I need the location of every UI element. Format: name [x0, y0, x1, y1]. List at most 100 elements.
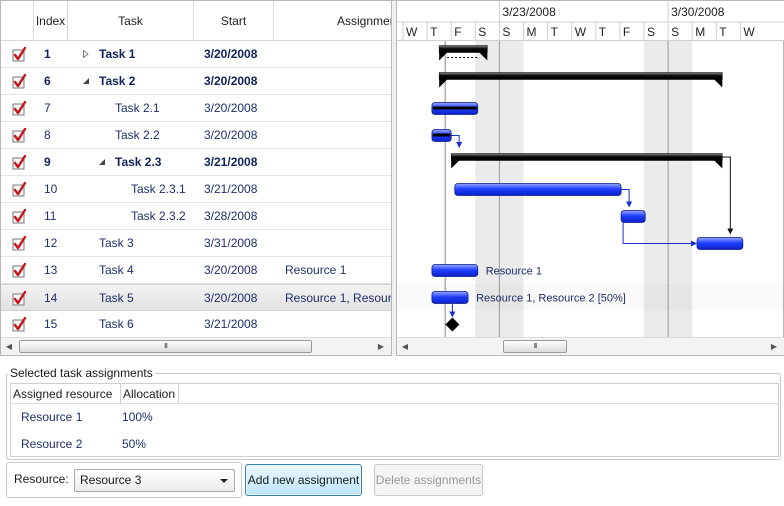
assignments-column-header[interactable]: Assignments — [274, 1, 392, 41]
task-row[interactable]: 15 Task 6 3/21/2008 — [1, 311, 392, 338]
task-start-date[interactable]: 3/20/2008 — [204, 122, 257, 149]
task-index: 14 — [44, 291, 58, 305]
gantt-chart-canvas[interactable]: 3/23/2008 3/30/2008W T F S S M T W T F S S M T WResourc… — [397, 1, 784, 337]
task-start-date[interactable]: 3/20/2008 — [204, 41, 257, 68]
task-assignments[interactable] — [285, 311, 391, 338]
task-assignments[interactable] — [285, 95, 391, 122]
checkbox-column-header[interactable] — [1, 1, 34, 41]
task-assignments[interactable] — [285, 149, 391, 176]
task-bar — [454, 183, 622, 196]
task-start-date[interactable]: 3/21/2008 — [204, 311, 257, 338]
task-row[interactable]: 6 Task 2 3/20/2008 — [1, 68, 392, 95]
task-row[interactable]: 12 Task 3 3/31/2008 — [1, 230, 392, 257]
task-check-icon[interactable] — [12, 263, 27, 278]
task-check-icon[interactable] — [12, 236, 27, 251]
assignments-table-header: Assigned resource Allocation — [11, 384, 778, 404]
task-row[interactable]: 10 Task 2.3.1 3/21/2008 — [1, 176, 392, 203]
task-assignments[interactable] — [285, 68, 391, 95]
resource-dropdown[interactable]: Resource 3 — [74, 469, 235, 492]
task-start-date[interactable]: 3/20/2008 — [204, 285, 257, 312]
task-start-date[interactable]: 3/31/2008 — [204, 230, 257, 257]
task-check-icon[interactable] — [12, 47, 27, 62]
task-check-icon[interactable] — [12, 128, 27, 143]
scroll-left-icon[interactable]: ◀ — [1, 338, 17, 355]
task-row[interactable]: 8 Task 2.2 3/20/2008 — [1, 122, 392, 149]
chevron-down-icon — [220, 479, 228, 483]
resource-label: Resource: — [14, 472, 69, 486]
task-check-icon[interactable] — [12, 101, 27, 116]
task-name[interactable]: Task 2.3.1 — [131, 176, 186, 203]
delete-assignments-button[interactable]: Delete assignments — [374, 464, 483, 496]
task-name[interactable]: Task 2.3 — [115, 149, 161, 176]
dependency-link — [621, 189, 633, 208]
summary-bar — [438, 72, 723, 80]
task-row[interactable]: 1 Task 1 3/20/2008 — [1, 41, 392, 68]
task-check-icon[interactable] — [12, 182, 27, 197]
scroll-right-icon[interactable]: ▶ — [766, 338, 782, 355]
task-row[interactable]: 7 Task 2.1 3/20/2008 — [1, 95, 392, 122]
assigned-resource-column-header[interactable]: Assigned resource — [11, 384, 121, 404]
task-check-icon[interactable] — [12, 74, 27, 89]
task-name[interactable]: Task 5 — [99, 285, 134, 312]
task-row[interactable]: 13 Task 4 3/20/2008 Resource 1 — [1, 257, 392, 284]
start-column-header[interactable]: Start — [194, 1, 274, 41]
task-index: 9 — [44, 155, 51, 169]
assignment-row[interactable]: Resource 1 100% — [11, 404, 778, 431]
task-name[interactable]: Task 1 — [99, 41, 135, 68]
task-assignments[interactable]: Resource 1, Resource 2 [50%] — [285, 285, 391, 312]
task-check-icon[interactable] — [12, 291, 27, 306]
task-start-date[interactable]: 3/28/2008 — [204, 203, 257, 230]
add-assignment-button[interactable]: Add new assignment — [245, 464, 362, 496]
summary-end-cap — [714, 79, 723, 88]
chart-scroll-thumb[interactable]: III — [503, 340, 567, 353]
task-check-icon[interactable] — [12, 209, 27, 224]
task-name[interactable]: Task 3 — [99, 230, 134, 257]
task-check-icon[interactable] — [12, 155, 27, 170]
task-start-date[interactable]: 3/20/2008 — [204, 95, 257, 122]
assignment-allocation: 50% — [122, 437, 147, 451]
task-name[interactable]: Task 6 — [99, 311, 134, 338]
task-start-date[interactable]: 3/20/2008 — [204, 68, 257, 95]
task-row[interactable]: 9 Task 2.3 3/21/2008 — [1, 149, 392, 176]
day-header-label: W — [575, 25, 587, 39]
index-column-header[interactable]: Index — [34, 1, 68, 41]
task-assignments[interactable] — [285, 230, 391, 257]
task-assignments[interactable] — [285, 176, 391, 203]
assignments-groupbox-title: Selected task assignments — [8, 366, 155, 380]
day-header-label: M — [527, 25, 537, 39]
expand-triangle-icon[interactable] — [82, 50, 90, 58]
grid-scroll-thumb[interactable]: III — [19, 340, 312, 353]
task-name[interactable]: Task 2.1 — [115, 95, 160, 122]
task-check-icon[interactable] — [12, 317, 27, 332]
day-header-label: F — [454, 25, 461, 39]
task-assignments[interactable] — [285, 41, 391, 68]
task-assignments[interactable] — [285, 122, 391, 149]
task-column-header[interactable]: Task — [68, 1, 194, 41]
day-header-label: M — [695, 25, 705, 39]
task-start-date[interactable]: 3/20/2008 — [204, 257, 257, 284]
task-name[interactable]: Task 2.3.2 — [131, 203, 186, 230]
task-start-date[interactable]: 3/21/2008 — [204, 149, 257, 176]
task-assignments[interactable]: Resource 1 — [285, 257, 391, 284]
task-index: 11 — [44, 209, 57, 223]
collapse-triangle-icon[interactable] — [82, 77, 90, 85]
summary-end-cap — [714, 160, 723, 169]
allocation-column-header[interactable]: Allocation — [121, 384, 179, 404]
task-bar-label: Resource 1, Resource 2 [50%] — [476, 293, 626, 305]
scroll-right-icon[interactable]: ▶ — [373, 338, 389, 355]
summary-bar — [438, 45, 488, 53]
task-assignments[interactable] — [285, 203, 391, 230]
assignment-row[interactable]: Resource 2 50% — [11, 431, 778, 458]
collapse-triangle-icon[interactable] — [98, 158, 106, 166]
task-row[interactable]: 11 Task 2.3.2 3/28/2008 — [1, 203, 392, 230]
task-name[interactable]: Task 2 — [99, 68, 135, 95]
task-name[interactable]: Task 4 — [99, 257, 134, 284]
scroll-left-icon[interactable]: ◀ — [397, 338, 413, 355]
task-name[interactable]: Task 2.2 — [115, 122, 160, 149]
task-row[interactable]: 14 Task 5 3/20/2008 Resource 1, Resource 2 … — [1, 284, 392, 311]
grid-horizontal-scrollbar[interactable]: ◀ III ▶ — [1, 337, 392, 355]
assignments-table: Assigned resource Allocation Resource 1 1… — [10, 383, 779, 457]
assignment-allocation: 100% — [122, 410, 153, 424]
task-start-date[interactable]: 3/21/2008 — [204, 176, 257, 203]
chart-horizontal-scrollbar[interactable]: ◀ III ▶ — [397, 337, 784, 355]
